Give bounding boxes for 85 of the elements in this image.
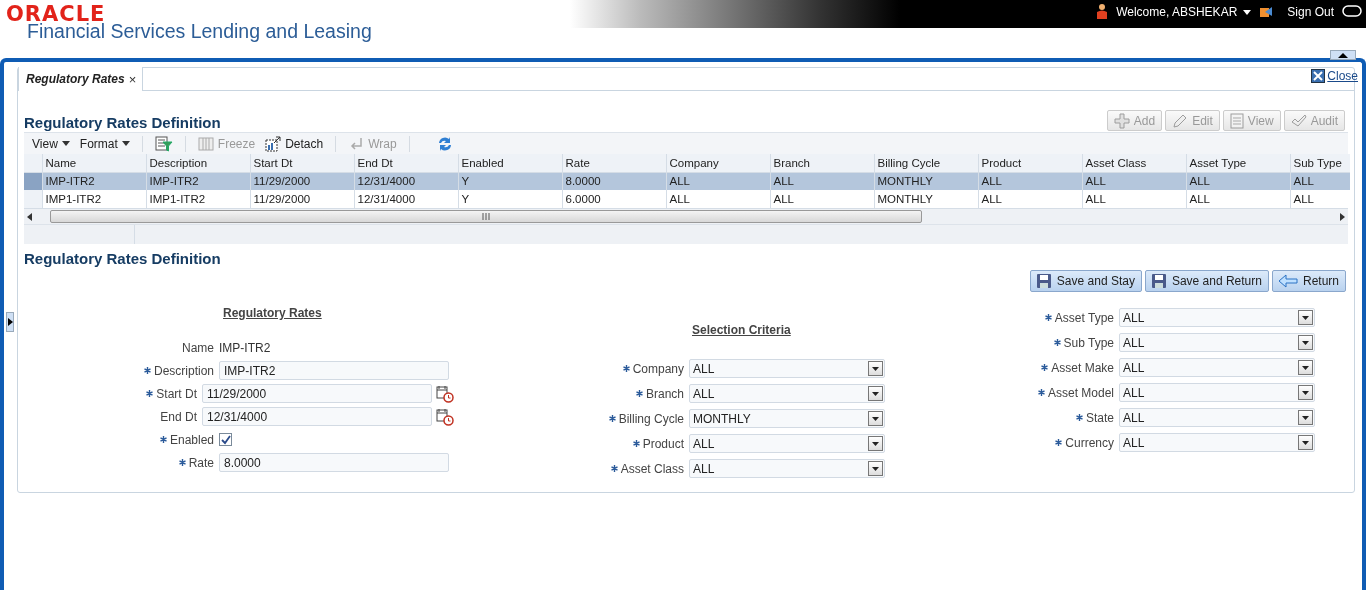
checkmark-icon	[1290, 112, 1307, 129]
document-icon	[1229, 112, 1244, 129]
scroll-left-icon[interactable]	[26, 211, 34, 222]
section-title: Regulatory Rates Definition	[24, 250, 222, 268]
dropdown[interactable]: ALL	[1119, 408, 1315, 427]
column-header[interactable]: Sub Type	[1290, 154, 1350, 172]
close-icon	[1311, 69, 1326, 83]
plus-icon	[1113, 112, 1130, 129]
group-heading: Selection Criteria	[692, 323, 792, 337]
scroll-right-icon[interactable]	[1338, 211, 1346, 222]
user-icon	[1096, 3, 1109, 21]
column-header[interactable]: Name	[42, 154, 146, 172]
input-field[interactable]: 12/31/4000	[202, 407, 432, 426]
field-label: End Dt	[160, 409, 197, 424]
column-header[interactable]: Asset Class	[1082, 154, 1186, 172]
column-header[interactable]: Billing Cycle	[874, 154, 978, 172]
field-label: Enabled	[169, 432, 214, 447]
field-label: Product	[642, 436, 684, 451]
column-header[interactable]: Enabled	[458, 154, 562, 172]
calendar-clock-icon[interactable]	[436, 384, 454, 403]
columns-icon	[197, 136, 214, 151]
column-header[interactable]: Description	[146, 154, 250, 172]
column-header[interactable]: End Dt	[354, 154, 458, 172]
app-title: Financial Services Lending and Leasing	[27, 20, 372, 43]
caret-icon	[1243, 9, 1252, 15]
left-arrow-icon	[1277, 274, 1298, 288]
form-button[interactable]: Save and Return	[1144, 270, 1269, 292]
field-label: Description	[153, 363, 214, 378]
input-field[interactable]: IMP-ITR2	[219, 361, 449, 380]
field-label: Name	[182, 340, 214, 355]
toolbar-menu[interactable]: Format	[79, 136, 130, 151]
dropdown[interactable]: ALL	[1119, 358, 1315, 377]
tab-close-button[interactable]: ×	[128, 71, 137, 87]
column-header[interactable]: Company	[666, 154, 770, 172]
toolbar-button[interactable]: Detach	[265, 135, 324, 152]
grip-icon	[482, 213, 490, 220]
dropdown[interactable]: ALL	[689, 459, 885, 478]
toolbar-menu[interactable]: View	[32, 136, 70, 151]
funnel-icon[interactable]	[154, 135, 173, 152]
return-arrow-icon	[348, 135, 365, 152]
field-label: Asset Model	[1047, 385, 1114, 400]
field-label: Rate	[188, 455, 214, 470]
expand-handle[interactable]	[6, 312, 14, 332]
field-label: Asset Type	[1054, 310, 1114, 325]
field-value: IMP-ITR2	[219, 340, 271, 355]
section-title: Regulatory Rates Definition	[24, 114, 221, 132]
column-header[interactable]: Product	[978, 154, 1082, 172]
column-header[interactable]: Rate	[562, 154, 666, 172]
calendar-clock-icon[interactable]	[436, 407, 454, 426]
field-label: Start Dt	[156, 386, 197, 401]
sign-out-icon	[1259, 5, 1274, 19]
dropdown[interactable]: ALL	[689, 359, 885, 378]
caret-icon	[121, 141, 130, 146]
field-label: Asset Class	[620, 461, 684, 476]
field-label: State	[1085, 410, 1114, 425]
dropdown[interactable]: ALL	[1119, 383, 1315, 402]
dropdown[interactable]: ALL	[689, 434, 885, 453]
input-field[interactable]: 11/29/2000	[202, 384, 432, 403]
form-button[interactable]: Save and Stay	[1029, 270, 1142, 292]
user-menu[interactable]: Welcome, ABSHEKAR	[1116, 5, 1252, 19]
field-label: Billing Cycle	[618, 411, 684, 426]
caret-icon	[61, 141, 70, 146]
dropdown[interactable]: ALL	[689, 384, 885, 403]
checkbox[interactable]	[219, 433, 232, 446]
column-header[interactable]: Asset Type	[1186, 154, 1290, 172]
close-link[interactable]: Close	[1311, 69, 1358, 83]
sign-out-link[interactable]: Sign Out	[1287, 5, 1334, 19]
field-label: Currency	[1065, 435, 1114, 450]
collapse-handle[interactable]	[1330, 50, 1356, 60]
dropdown[interactable]: ALL	[1119, 308, 1315, 327]
group-heading: Regulatory Rates	[223, 306, 323, 320]
field-label: Branch	[645, 386, 684, 401]
field-label: Asset Make	[1051, 360, 1114, 375]
dropdown[interactable]: ALL	[1119, 433, 1315, 452]
field-label: Sub Type	[1063, 335, 1114, 350]
column-header[interactable]: Branch	[770, 154, 874, 172]
field-label: Company	[632, 361, 684, 376]
dropdown[interactable]: ALL	[1119, 333, 1315, 352]
tab[interactable]: Regulatory Rates ×	[18, 67, 144, 91]
pencil-icon	[1172, 112, 1189, 129]
column-header[interactable]: Start Dt	[250, 154, 354, 172]
form-button[interactable]: Return	[1271, 270, 1346, 292]
dropdown[interactable]: MONTHLY	[689, 409, 885, 428]
horizontal-scrollbar[interactable]	[24, 208, 1348, 224]
input-field[interactable]: 8.0000	[219, 453, 449, 472]
